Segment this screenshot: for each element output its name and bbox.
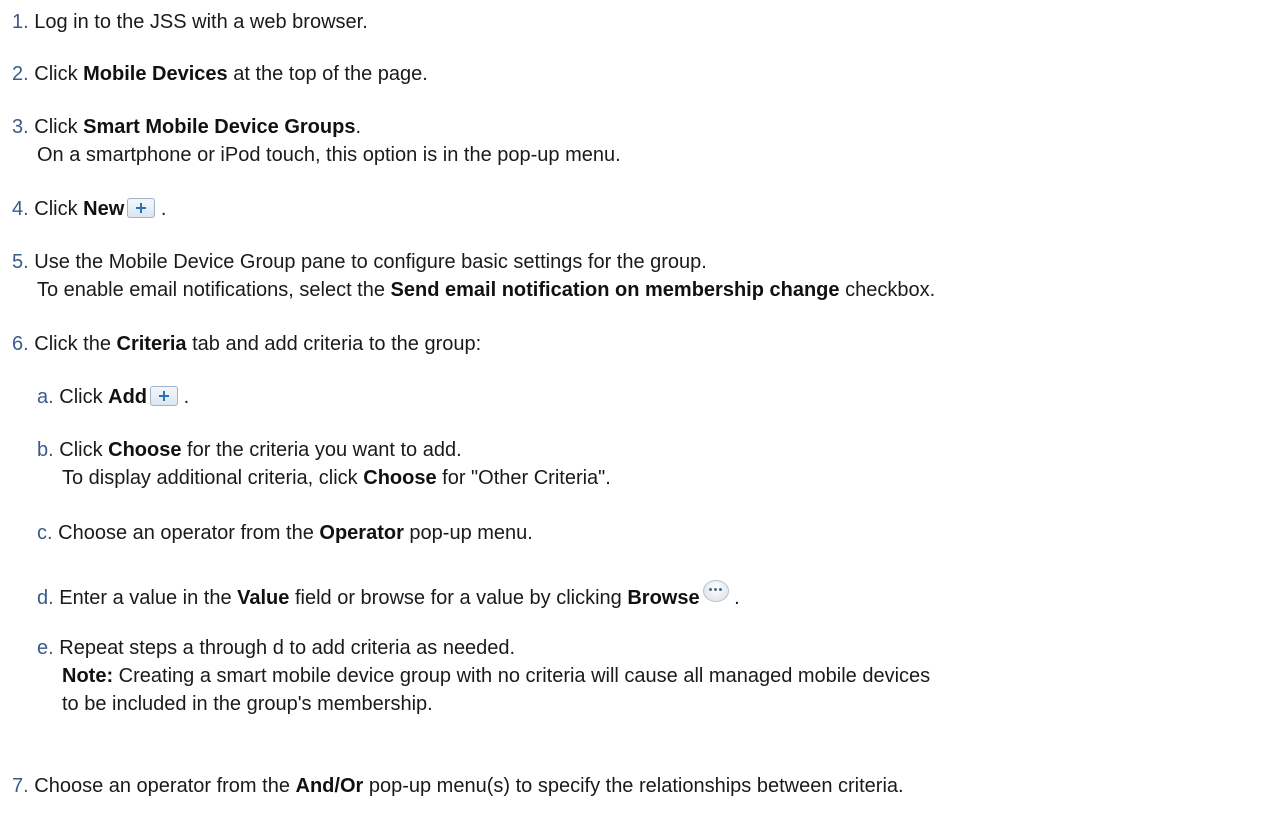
substep-c: c. Choose an operator from the Operator … [37,519,533,547]
substep-e: e. Repeat steps a through d to add crite… [37,634,930,718]
step-text: Choose an operator from the [34,775,296,797]
substep-letter: b. [37,439,54,461]
step-4: 4. Click New . [12,195,166,223]
substep-text: Enter a value in the [59,587,238,609]
step-number: 2. [12,63,29,85]
substep-d: d. Enter a value in the Value field or b… [37,580,740,612]
ui-term: Choose [108,439,182,461]
substep-text: . [178,386,190,408]
substep-a: a. Click Add . [37,383,189,411]
substep-text: Choose an operator from the [58,522,320,544]
substep-b: b. Click Choose for the criteria you wan… [37,436,611,492]
ui-term: Smart Mobile Device Groups [83,116,356,138]
step-number: 7. [12,775,29,797]
ui-term: Choose [363,467,437,489]
ui-term: Operator [319,522,404,544]
substep-text: Click [59,386,109,408]
step-3: 3. Click Smart Mobile Device Groups. On … [12,113,621,169]
step-text: Click [34,63,84,85]
procedure-document: 1. Log in to the JSS with a web browser.… [0,0,1275,836]
step-number: 3. [12,116,29,138]
substep-note-continuation: to be included in the group's membership… [62,693,433,715]
substep-continuation: To display additional criteria, click Ch… [37,464,611,492]
step-text: Click [34,198,84,220]
continuation-text: checkbox. [839,279,936,301]
continuation-text: for "Other Criteria". [436,467,611,489]
step-6: 6. Click the Criteria tab and add criter… [12,330,481,358]
ui-term: New [83,198,125,220]
substep-letter: d. [37,587,54,609]
note-label: Note: [62,665,114,687]
step-text: . [155,198,167,220]
substep-text: Repeat steps a through d to add criteria… [59,637,516,659]
step-text: tab and add criteria to the group: [186,333,482,355]
ui-term: Add [108,386,148,408]
step-text: Click [34,116,84,138]
step-5: 5. Use the Mobile Device Group pane to c… [12,248,935,304]
ui-term: Send email notification on membership ch… [390,279,840,301]
step-number: 4. [12,198,29,220]
browse-icon [702,580,729,602]
substep-text: for the criteria you want to add. [181,439,462,461]
substep-text: . [728,587,740,609]
step-text: Click the [34,333,117,355]
ui-term: Browse [627,587,700,609]
substep-letter: a. [37,386,54,408]
ui-term: Mobile Devices [83,63,228,85]
note-text: Creating a smart mobile device group wit… [113,665,931,687]
ui-term: Value [237,587,290,609]
step-continuation: To enable email notifications, select th… [12,276,935,304]
ui-term: And/Or [295,775,364,797]
step-text: Log in to the JSS with a web browser. [34,11,368,33]
step-number: 1. [12,11,29,33]
substep-letter: c. [37,522,53,544]
step-1: 1. Log in to the JSS with a web browser. [12,8,368,36]
substep-text: pop-up menu. [403,522,533,544]
plus-icon [150,386,179,406]
step-number: 6. [12,333,29,355]
continuation-text: To display additional criteria, click [62,467,364,489]
continuation-text: To enable email notifications, select th… [37,279,391,301]
step-text: at the top of the page. [227,63,428,85]
step-number: 5. [12,251,29,273]
plus-icon [127,198,156,218]
substep-letter: e. [37,637,54,659]
step-2: 2. Click Mobile Devices at the top of th… [12,60,428,88]
step-text: Use the Mobile Device Group pane to conf… [34,251,707,273]
substep-note: Note: Creating a smart mobile device gro… [37,662,930,690]
substep-text: field or browse for a value by clicking [289,587,628,609]
step-continuation: On a smartphone or iPod touch, this opti… [37,144,621,166]
step-text: . [355,116,361,138]
step-text: pop-up menu(s) to specify the relationsh… [363,775,904,797]
step-7: 7. Choose an operator from the And/Or po… [12,772,904,800]
substep-text: Click [59,439,109,461]
ui-term: Criteria [116,333,187,355]
